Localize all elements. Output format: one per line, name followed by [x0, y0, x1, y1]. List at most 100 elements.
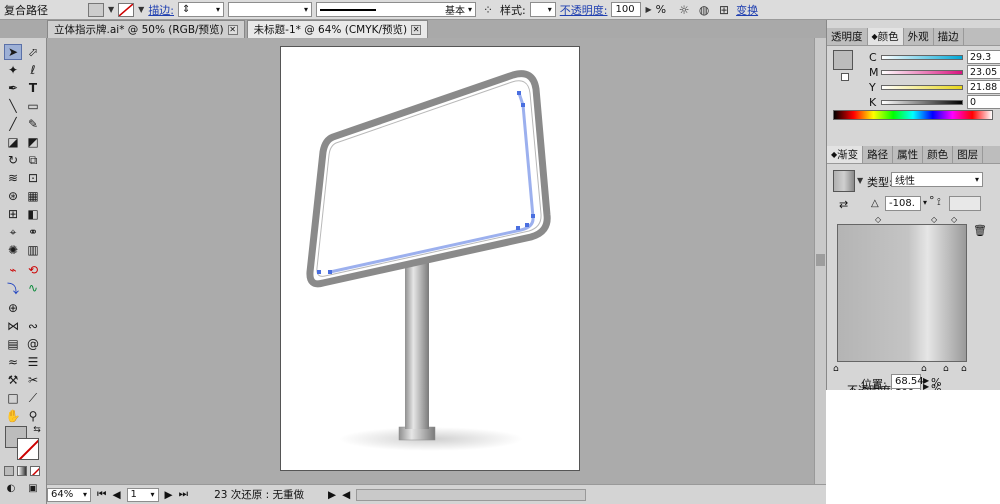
- list-tool-icon[interactable]: ☰: [24, 354, 42, 370]
- knife-tool-icon[interactable]: ⟋: [24, 390, 42, 406]
- stroke-swatch[interactable]: [118, 2, 135, 17]
- tab-gradient[interactable]: ◆ 渐变: [827, 146, 864, 163]
- yellow-slider[interactable]: [881, 84, 963, 90]
- scale-tool-icon[interactable]: ⧉: [24, 152, 42, 168]
- fill-proxy[interactable]: [833, 50, 853, 70]
- warp-tool-icon[interactable]: ≋: [4, 170, 22, 186]
- stroke-weight-field[interactable]: ⇕ ▾: [178, 2, 225, 17]
- gradient-mode-button[interactable]: [17, 466, 27, 476]
- scissors-tool-icon[interactable]: ✂: [24, 372, 42, 388]
- swap-colors-icon[interactable]: ⇆: [28, 422, 46, 438]
- opacity-input[interactable]: 100: [611, 2, 642, 17]
- black-input[interactable]: 0: [967, 95, 1000, 109]
- cyan-slider[interactable]: [881, 54, 963, 60]
- chevron-down-icon[interactable]: ▼: [138, 5, 144, 14]
- lasso-tool-icon[interactable]: ℓ: [24, 62, 42, 78]
- bend-tool-icon[interactable]: ⋈: [4, 318, 22, 334]
- tab-stroke[interactable]: 描边: [934, 28, 964, 45]
- midpoint-icon[interactable]: ◇: [951, 215, 957, 224]
- none-mode-button[interactable]: [30, 466, 40, 476]
- stroke-link[interactable]: 描边:: [148, 2, 174, 18]
- close-icon[interactable]: ✕: [411, 24, 422, 35]
- delete-stop-icon[interactable]: 🗑: [973, 224, 987, 237]
- hand-tool-icon[interactable]: ✋: [4, 408, 22, 424]
- target-icon[interactable]: ⊕: [4, 300, 22, 316]
- close-icon[interactable]: ✕: [227, 24, 238, 35]
- stroke-color-box[interactable]: [17, 438, 39, 460]
- rectangle-tool-icon[interactable]: ▭: [24, 98, 42, 114]
- artboard-tool-icon[interactable]: □: [4, 390, 22, 406]
- angle-dropdown-icon[interactable]: ▾: [923, 198, 927, 207]
- artboard[interactable]: [280, 46, 580, 471]
- gradient-tool-icon[interactable]: ◧: [24, 206, 42, 222]
- tab-layers[interactable]: 图层: [953, 146, 984, 163]
- color-stop-icon[interactable]: ⌂: [961, 364, 967, 374]
- scroll-thumb[interactable]: [816, 254, 825, 266]
- chevron-down-icon[interactable]: ▼: [857, 176, 863, 185]
- chevron-down-icon[interactable]: ▼: [108, 5, 114, 14]
- smooth-path-icon[interactable]: ∿: [24, 280, 42, 296]
- selection-tool-icon[interactable]: ➤: [4, 44, 22, 60]
- midpoint-icon[interactable]: ◇: [931, 215, 937, 224]
- recolor-icon[interactable]: ⁘: [480, 2, 496, 18]
- reference-point-icon[interactable]: ⊞: [716, 2, 732, 18]
- chevron-right-icon[interactable]: ▶: [645, 5, 651, 14]
- chevron-right-icon[interactable]: ▶: [923, 376, 929, 385]
- eraser-tool-icon[interactable]: ◩: [24, 134, 42, 150]
- pen-tool-icon[interactable]: ✒: [4, 80, 22, 96]
- gradient-ramp[interactable]: [837, 224, 967, 362]
- tab-transparency[interactable]: 透明度: [827, 28, 868, 45]
- grid-tool-icon[interactable]: ▤: [4, 336, 22, 352]
- vertical-scrollbar[interactable]: [814, 38, 826, 484]
- color-stop-icon[interactable]: ⌂: [833, 364, 839, 374]
- cyan-input[interactable]: 29.3: [967, 50, 1000, 64]
- black-slider[interactable]: [881, 99, 963, 105]
- globe-icon[interactable]: ◍: [696, 2, 712, 18]
- color-mode-button[interactable]: [4, 466, 14, 476]
- blob-brush-tool-icon[interactable]: ◪: [4, 134, 22, 150]
- perspective-grid-tool-icon[interactable]: ▦: [24, 188, 42, 204]
- line-tool-icon[interactable]: ╲: [4, 98, 22, 114]
- eyedropper-tool-icon[interactable]: ⌖: [4, 224, 22, 240]
- color-spectrum[interactable]: [833, 110, 993, 120]
- color-stop-icon[interactable]: ⌂: [943, 364, 949, 374]
- stroke-profile-field[interactable]: 基本 ▾: [316, 2, 477, 17]
- tab-appearance[interactable]: 外观: [904, 28, 934, 45]
- tab-sign-doc[interactable]: 立体指示牌.ai* @ 50% (RGB/预览) ✕: [47, 20, 245, 38]
- align-icon[interactable]: ☼: [676, 2, 692, 18]
- screen-mode-icon[interactable]: ▣: [24, 480, 42, 496]
- yellow-input[interactable]: 21.88: [967, 80, 1000, 94]
- tab-color-2[interactable]: 颜色: [923, 146, 954, 163]
- tab-untitled-doc[interactable]: 未标题-1* @ 64% (CMYK/预览) ✕: [246, 20, 429, 38]
- reverse-gradient-icon[interactable]: ⇄: [839, 198, 848, 211]
- gradient-type-select[interactable]: 线性 ▾: [891, 172, 983, 187]
- magenta-input[interactable]: 23.05: [967, 65, 1000, 79]
- twirl-tool-icon[interactable]: @: [24, 336, 42, 352]
- first-page-icon[interactable]: ⏮: [97, 488, 106, 501]
- gradient-swatch[interactable]: [833, 170, 855, 192]
- type-tool-icon[interactable]: T: [24, 80, 42, 96]
- prev-page-icon[interactable]: ◀: [112, 489, 120, 501]
- mesh-tool-icon[interactable]: ⊞: [4, 206, 22, 222]
- shape-builder-tool-icon[interactable]: ⊛: [4, 188, 22, 204]
- zoom-field[interactable]: 64% ▾: [47, 487, 91, 502]
- document-canvas[interactable]: [47, 38, 814, 484]
- symbol-sprayer-tool-icon[interactable]: ✺: [4, 242, 22, 258]
- style-swatch[interactable]: ▾: [529, 2, 556, 17]
- next-page-icon[interactable]: ▶: [165, 489, 173, 501]
- status-menu-icon[interactable]: ▶: [328, 489, 336, 501]
- slice-tool-icon[interactable]: ⚒: [4, 372, 22, 388]
- blend-tool-icon[interactable]: ⚭: [24, 224, 42, 240]
- magic-wand-tool-icon[interactable]: ✦: [4, 62, 22, 78]
- horizontal-scrollbar[interactable]: [356, 488, 587, 501]
- stroke-proxy[interactable]: [841, 73, 849, 81]
- brush-tool-icon[interactable]: ╱: [4, 116, 22, 132]
- scroll-left-icon[interactable]: ◀: [342, 489, 350, 501]
- variable-width-field[interactable]: ▾: [228, 2, 313, 17]
- last-page-icon[interactable]: ⏭: [179, 488, 188, 501]
- fill-swatch[interactable]: [88, 2, 104, 17]
- delete-anchor-point-icon[interactable]: ⤵: [4, 280, 22, 296]
- pencil-tool-icon[interactable]: ✎: [24, 116, 42, 132]
- tab-pathfinder[interactable]: 路径: [863, 146, 894, 163]
- zigzag-tool-icon[interactable]: ≈: [4, 354, 22, 370]
